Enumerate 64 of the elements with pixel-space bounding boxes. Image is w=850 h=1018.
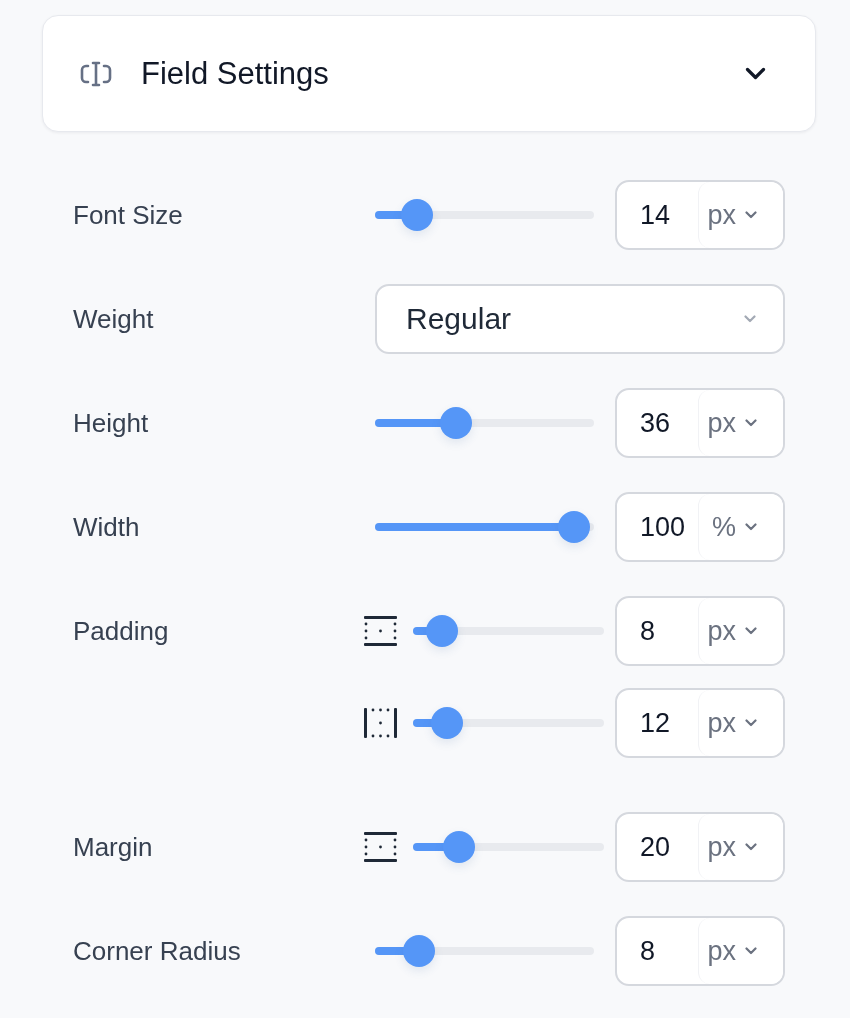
slider-fill [375, 211, 402, 219]
slider-thumb[interactable] [400, 199, 433, 231]
number-input[interactable]: 20 [617, 814, 698, 880]
caret-icon [745, 627, 757, 635]
unit-dropdown[interactable]: px [698, 918, 783, 984]
slider-thumb[interactable] [440, 407, 472, 439]
slider-fill [375, 419, 441, 427]
number-field[interactable]: 8 px [615, 596, 785, 666]
caret-icon [745, 419, 757, 427]
number-input[interactable]: 14 [617, 182, 698, 248]
number-input[interactable]: 8 [617, 918, 698, 984]
slider-thumb[interactable] [442, 831, 475, 863]
number-field[interactable]: 14 px [615, 180, 785, 250]
caret-icon [745, 843, 757, 851]
slider-track[interactable] [375, 935, 594, 967]
slider-thumb[interactable] [431, 707, 464, 739]
vertical-padding-icon [364, 616, 397, 646]
setting-label: Height [73, 407, 149, 440]
setting-label: Margin [73, 831, 153, 864]
caret-icon [745, 947, 757, 955]
caret-icon [745, 523, 757, 531]
slider-fill [375, 947, 404, 955]
number-input[interactable]: 36 [617, 390, 698, 456]
setting-label: Width [73, 511, 140, 544]
slider-track[interactable] [375, 511, 594, 543]
chevron-icon[interactable] [745, 67, 766, 80]
slider-track[interactable] [413, 707, 604, 739]
slider-fill [413, 843, 444, 851]
number-field[interactable]: 100 % [615, 492, 785, 562]
slider-thumb[interactable] [425, 615, 458, 647]
slider-track[interactable] [413, 831, 604, 863]
slider-track[interactable] [413, 615, 604, 647]
slider-fill [413, 627, 427, 635]
horizontal-padding-icon [364, 708, 397, 738]
caret-icon [745, 719, 757, 727]
slider-track[interactable] [375, 199, 594, 231]
weight-select[interactable]: Regular [375, 284, 785, 354]
text-cursor-icon [80, 59, 112, 88]
number-field[interactable]: 8 px [615, 916, 785, 986]
unit-dropdown[interactable]: px [698, 814, 783, 880]
number-field[interactable]: 36 px [615, 388, 785, 458]
unit-dropdown[interactable]: % [698, 494, 783, 560]
unit-dropdown[interactable]: px [698, 690, 783, 756]
unit-dropdown[interactable]: px [698, 598, 783, 664]
number-field[interactable]: 20 px [615, 812, 785, 882]
slider-fill [413, 719, 433, 727]
slider-track[interactable] [375, 407, 594, 439]
slider-thumb[interactable] [402, 935, 435, 967]
setting-label: Weight [73, 303, 154, 336]
setting-label: Font Size [73, 199, 183, 232]
setting-label: Padding [73, 615, 169, 648]
setting-label: Corner Radius [73, 935, 241, 968]
number-input[interactable]: 12 [617, 690, 698, 756]
number-field[interactable]: 12 px [615, 688, 785, 758]
vertical-padding-icon [364, 832, 397, 862]
panel-header[interactable]: Field Settings [42, 15, 816, 132]
unit-dropdown[interactable]: px [698, 390, 783, 456]
number-input[interactable]: 100 [617, 494, 698, 560]
caret-icon [745, 211, 757, 219]
caret-icon [744, 315, 756, 323]
slider-thumb[interactable] [558, 511, 591, 543]
number-input[interactable]: 8 [617, 598, 698, 664]
panel-title: Field Settings [141, 55, 330, 92]
unit-dropdown[interactable]: px [698, 182, 783, 248]
